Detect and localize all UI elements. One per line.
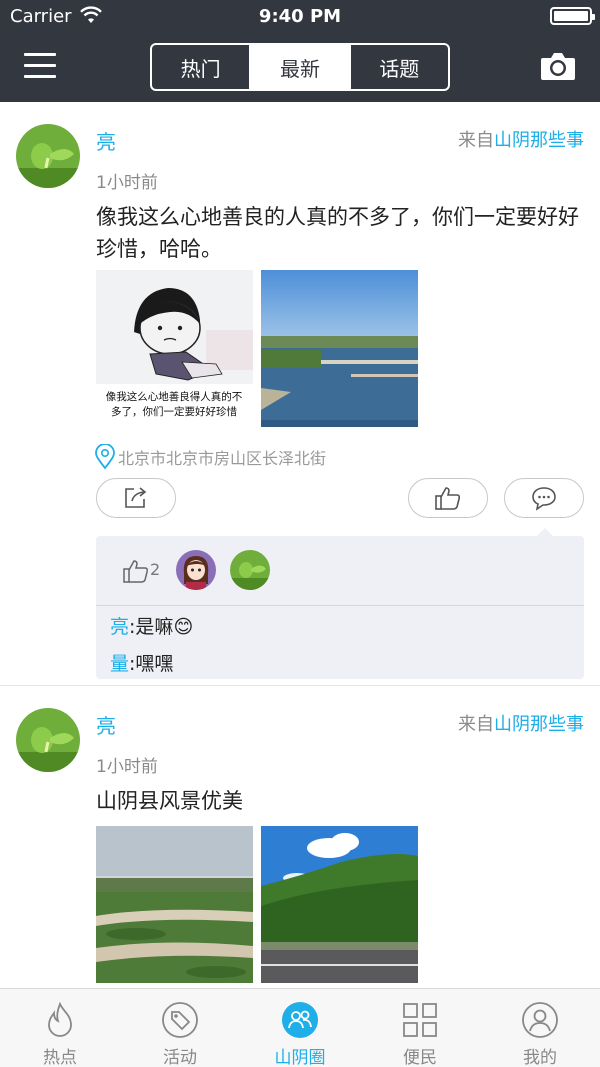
post-image[interactable] (261, 270, 418, 427)
source-link[interactable]: 山阴那些事 (494, 130, 584, 151)
sprout-avatar-image (16, 124, 80, 188)
post-image[interactable] (261, 826, 418, 983)
post-card: 亮 来自山阴那些事 1小时前 像我这么心地善良的人真的不多了，你们一定要好好珍惜… (0, 102, 600, 686)
tab-shanyin-circle[interactable]: 山阴圈 (240, 989, 360, 1067)
meme-image: 像我这么心地善良得人真的不 多了，你们一定要好好珍惜 (96, 270, 253, 427)
girl-avatar-image (176, 550, 216, 590)
flame-icon (48, 1001, 72, 1037)
post-source: 来自山阴那些事 (458, 126, 584, 152)
post-content: 山阴县风景优美 (96, 789, 243, 813)
tab-label: 便民 (403, 1048, 437, 1067)
likes-comments-panel: 2 亮:是嘛😊 量:嘿嘿 (96, 536, 584, 679)
comment-bubble-icon (532, 487, 556, 511)
post-username[interactable]: 亮 (96, 126, 116, 155)
battery-icon (550, 7, 595, 25)
tab-label: 我的 (523, 1048, 557, 1067)
post-feed[interactable]: 亮 来自山阴那些事 1小时前 像我这么心地善良的人真的不多了，你们一定要好好珍惜… (0, 102, 600, 988)
sprout-avatar-image (16, 708, 80, 772)
post-image[interactable]: 像我这么心地善良得人真的不 多了，你们一定要好好珍惜 (96, 270, 253, 427)
clock: 9:40 PM (258, 6, 342, 27)
lake-photo (261, 270, 418, 427)
tag-icon (162, 1002, 198, 1038)
likes-count: 2 (150, 560, 161, 579)
people-icon (282, 1002, 318, 1038)
location-text: 北京市北京市房山区长泽北街 (118, 449, 327, 468)
comment-item: 亮:是嘛😊 (110, 616, 194, 638)
likes-panel-pointer (537, 528, 553, 536)
svg-text:多了，你们一定要好好珍惜: 多了，你们一定要好好珍惜 (111, 405, 237, 418)
hill-photo (261, 826, 418, 983)
post-location[interactable]: 北京市北京市房山区长泽北街 (94, 444, 326, 470)
comment-item: 量:嘿嘿 (110, 653, 174, 675)
liker-avatar[interactable] (230, 550, 270, 590)
like-button[interactable] (408, 478, 488, 518)
post-time: 1小时前 (96, 757, 158, 777)
comment-button[interactable] (504, 478, 584, 518)
tab-topics[interactable]: 话题 (348, 45, 448, 89)
thumbs-up-icon (435, 487, 461, 510)
liker-avatar[interactable] (176, 550, 216, 590)
likes-row: 2 (96, 536, 584, 606)
post-source: 来自山阴那些事 (458, 710, 584, 736)
avatar[interactable] (16, 708, 80, 772)
status-bar: Carrier 9:40 PM (0, 0, 600, 34)
user-icon (522, 1002, 558, 1038)
location-pin-icon (95, 444, 115, 470)
post-username[interactable]: 亮 (96, 710, 116, 739)
garden-photo (96, 826, 253, 983)
post-content: 像我这么心地善良的人真的不多了，你们一定要好好珍惜，哈哈。 (96, 205, 579, 261)
camera-icon[interactable] (540, 51, 576, 81)
tab-services[interactable]: 便民 (360, 989, 480, 1067)
post-image[interactable] (96, 826, 253, 983)
hamburger-menu-icon[interactable] (24, 53, 56, 79)
tab-label: 活动 (163, 1048, 197, 1067)
tab-mine[interactable]: 我的 (480, 989, 600, 1067)
source-link[interactable]: 山阴那些事 (494, 714, 584, 735)
tab-activities[interactable]: 活动 (120, 989, 240, 1067)
comment-text: 是嘛 (135, 616, 174, 638)
comment-user[interactable]: 亮 (110, 616, 129, 638)
tab-latest[interactable]: 最新 (249, 45, 349, 89)
post-card: 亮 来自山阴那些事 1小时前 山阴县风景优美 (0, 686, 600, 988)
grid-icon (403, 1003, 437, 1037)
tab-hot[interactable]: 热门 (152, 45, 249, 89)
thumbs-up-icon (123, 560, 148, 583)
tab-label: 热点 (43, 1048, 77, 1067)
share-button[interactable] (96, 478, 176, 518)
bottom-tab-bar: 热点 活动 山阴圈 便民 我的 (0, 988, 600, 1067)
sprout-avatar-image (230, 550, 270, 590)
share-icon (125, 487, 147, 508)
source-prefix: 来自 (458, 130, 494, 151)
tab-hot-spots[interactable]: 热点 (0, 989, 120, 1067)
navigation-header: Carrier 9:40 PM 热门 最新 话题 (0, 0, 600, 102)
smile-emoji-icon: 😊 (173, 616, 194, 638)
feed-filter-segmented-control: 热门 最新 话题 (150, 43, 450, 91)
comment-user[interactable]: 量 (110, 653, 129, 675)
avatar[interactable] (16, 124, 80, 188)
post-time: 1小时前 (96, 173, 158, 193)
svg-text:像我这么心地善良得人真的不: 像我这么心地善良得人真的不 (106, 390, 243, 403)
source-prefix: 来自 (458, 714, 494, 735)
comment-text: 嘿嘿 (135, 653, 174, 675)
tab-label: 山阴圈 (274, 1048, 326, 1067)
